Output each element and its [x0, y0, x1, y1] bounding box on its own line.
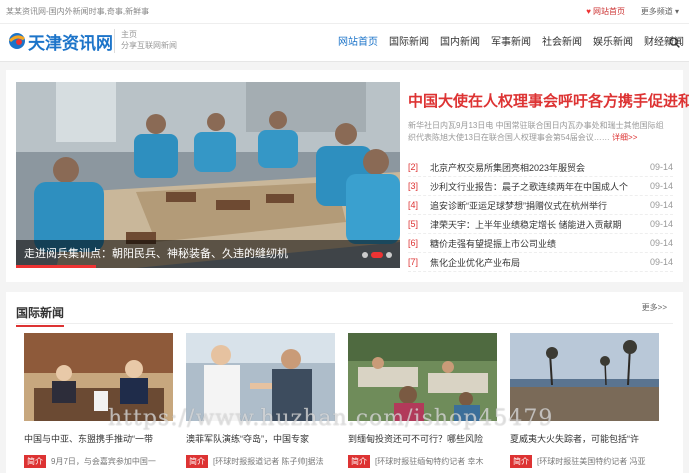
section-more-link[interactable]: 更多>> [642, 302, 667, 313]
card-desc: 简介 [环球时报驻美国特约记者 冯亚 [510, 455, 659, 468]
card-title[interactable]: 夏威夷大火失踪者，可能包括“许 [510, 432, 659, 445]
card-desc-text: [环球时报驻缅甸特约记者 幸木 [375, 457, 484, 466]
card-desc-text: [环球时报报道记者 陈子帅]据法 [213, 457, 324, 466]
list-item-date: 09-14 [649, 238, 673, 248]
list-item-title[interactable]: 沙利文行业报告：晨子之歌连续两年在中国成人个 [430, 180, 649, 193]
logo-icon [8, 33, 25, 49]
list-item-index: [6] [408, 238, 419, 248]
carousel-dot-active[interactable] [371, 252, 383, 258]
carousel-dots [362, 252, 392, 258]
slide-caption: 走进阅兵集训点：朝阳民兵、神秘装备、久违的缝纫机 [16, 240, 400, 268]
more-channels-link[interactable]: 更多频道 ▾ [641, 6, 679, 17]
list-item-title[interactable]: 糖价走强有望提振上市公司业绩 [430, 237, 649, 250]
watermark: https://www.huzhan.com/ishop45479 [108, 406, 554, 431]
more-channels-label: 更多频道 [640, 7, 673, 16]
nav-finance[interactable]: 财经新闻 [640, 24, 688, 62]
list-item-date: 09-14 [649, 200, 673, 210]
list-item[interactable]: [3] 沙利文行业报告：晨子之歌连续两年在中国成人个 09-14 [408, 177, 673, 196]
news-card[interactable]: 到缅甸投资还可不可行？哪些风险 简介 [环球时报驻缅甸特约记者 幸木 [348, 333, 497, 468]
site-tagline: 某某资讯网-国内外新闻时事,奇事,新鲜事 [6, 7, 150, 16]
chevron-down-icon: ▾ [674, 7, 679, 16]
news-card[interactable]: 中国与中亚、东盟携手推动“一带 简介 9月7日，与会嘉宾参加中国一 [24, 333, 173, 468]
nav-military[interactable]: 军事新闻 [487, 24, 535, 62]
top-bar: 某某资讯网-国内外新闻时事,奇事,新鲜事 ♥ 网站首页 更多频道 ▾ [0, 0, 689, 24]
card-tag: 简介 [24, 455, 46, 468]
featured-banner: 走进阅兵集训点：朝阳民兵、神秘装备、久违的缝纫机 中国大使在人权理事会呼吁各方携… [6, 70, 689, 282]
list-item-date: 09-14 [649, 181, 673, 191]
slogan-line-2: 分享互联网新闻 [121, 41, 177, 50]
home-link[interactable]: ♥ 网站首页 [586, 6, 625, 17]
news-cards: 中国与中亚、东盟携手推动“一带 简介 9月7日，与会嘉宾参加中国一 澳菲军队演练“… [24, 333, 659, 468]
card-title[interactable]: 澳菲军队演练“夺岛”，中国专家 [186, 432, 335, 445]
list-item[interactable]: [7] 焦化企业优化产业布局 09-14 [408, 253, 673, 272]
search-icon[interactable] [669, 37, 680, 48]
site-logo[interactable]: 天津资讯网 [8, 28, 113, 56]
list-item[interactable]: [5] 津荣天宇：上半年业绩稳定增长 储能进入贡献期 09-14 [408, 215, 673, 234]
logo-text: 天津资讯网 [28, 34, 113, 53]
carousel-dot[interactable] [362, 252, 368, 258]
list-item[interactable]: [2] 北京产权交易所集团亮相2023年服贸会 09-14 [408, 158, 673, 177]
list-item-index: [3] [408, 181, 419, 191]
list-item-title[interactable]: 北京产权交易所集团亮相2023年服贸会 [430, 161, 649, 174]
card-desc: 简介 [环球时报报道记者 陈子帅]据法 [186, 455, 335, 468]
nav-international[interactable]: 国际新闻 [385, 24, 433, 62]
card-tag: 简介 [186, 455, 208, 468]
slide-progress-bar [16, 265, 96, 268]
home-link-label: 网站首页 [593, 7, 625, 16]
list-item[interactable]: [6] 糖价走强有望提振上市公司业绩 09-14 [408, 234, 673, 253]
home-icon: ♥ [586, 7, 591, 16]
list-item-index: [4] [408, 200, 419, 210]
card-desc: 简介 9月7日，与会嘉宾参加中国一 [24, 455, 173, 468]
list-item-index: [5] [408, 219, 419, 229]
list-item[interactable]: [4] 追安诊断“亚运足球梦想”捐赠仪式在杭州举行 09-14 [408, 196, 673, 215]
list-item-date: 09-14 [649, 257, 673, 267]
international-news-section: 国际新闻 更多>> 中国与中亚、东盟携手推动“一带 简介 9月7日，与会嘉宾参加中… [6, 292, 683, 473]
detail-link[interactable]: 详细>> [612, 133, 637, 142]
card-title[interactable]: 到缅甸投资还可不可行？哪些风险 [348, 432, 497, 445]
card-desc: 简介 [环球时报驻缅甸特约记者 幸木 [348, 455, 497, 468]
list-item-title[interactable]: 追安诊断“亚运足球梦想”捐赠仪式在杭州举行 [430, 199, 649, 212]
list-item-date: 09-14 [649, 219, 673, 229]
news-card[interactable]: 澳菲军队演练“夺岛”，中国专家 简介 [环球时报报道记者 陈子帅]据法 [186, 333, 335, 468]
list-item-title[interactable]: 焦化企业优化产业布局 [430, 256, 649, 269]
carousel-slide[interactable]: 走进阅兵集训点：朝阳民兵、神秘装备、久违的缝纫机 [16, 82, 400, 268]
headline-link[interactable]: 中国大使在人权理事会呼吁各方携手促进和 [408, 90, 689, 111]
nav-home[interactable]: 网站首页 [334, 24, 382, 62]
site-header: 天津资讯网 主页 分享互联网新闻 网站首页 国际新闻 国内新闻 军事新闻 社会新… [0, 24, 689, 62]
list-item-title[interactable]: 津荣天宇：上半年业绩稳定增长 储能进入贡献期 [430, 218, 649, 231]
nav-society[interactable]: 社会新闻 [538, 24, 586, 62]
card-desc-text: [环球时报驻美国特约记者 冯亚 [537, 457, 646, 466]
card-title[interactable]: 中国与中亚、东盟携手推动“一带 [24, 432, 173, 445]
card-desc-text: 9月7日，与会嘉宾参加中国一 [51, 457, 156, 466]
list-item-index: [7] [408, 257, 419, 267]
card-tag: 简介 [348, 455, 370, 468]
headline-summary: 新华社日内瓦9月13日电 中国常驻联合国日内瓦办事处和瑞士其他国际组织代表陈旭大… [408, 120, 670, 144]
main-nav: 网站首页 国际新闻 国内新闻 军事新闻 社会新闻 娱乐新闻 财经新闻 [334, 24, 689, 62]
news-list: [2] 北京产权交易所集团亮相2023年服贸会 09-14 [3] 沙利文行业报告：晨… [408, 158, 673, 272]
card-tag: 简介 [510, 455, 532, 468]
slogan: 主页 分享互联网新闻 [114, 29, 177, 53]
carousel-dot[interactable] [386, 252, 392, 258]
nav-entertainment[interactable]: 娱乐新闻 [589, 24, 637, 62]
news-card[interactable]: 夏威夷大火失踪者，可能包括“许 简介 [环球时报驻美国特约记者 冯亚 [510, 333, 659, 468]
list-item-index: [2] [408, 162, 419, 172]
section-divider [16, 323, 673, 324]
slogan-line-1: 主页 [121, 30, 137, 39]
list-item-date: 09-14 [649, 162, 673, 172]
nav-domestic[interactable]: 国内新闻 [436, 24, 484, 62]
